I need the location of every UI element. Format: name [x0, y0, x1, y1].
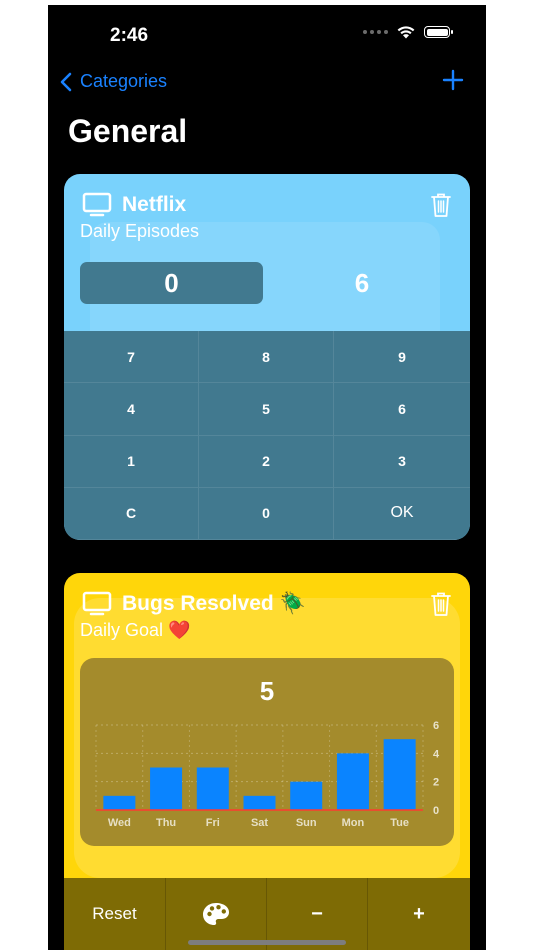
key-8[interactable]: 8: [199, 331, 334, 384]
reset-button[interactable]: Reset: [64, 878, 166, 950]
history-chart: 5 0 2 4 6 Wed Thu Fri Sat Sun Mon Tue: [80, 658, 454, 846]
card-header: Bugs Resolved 🪲: [82, 591, 306, 617]
key-1[interactable]: 1: [64, 435, 199, 488]
bar: [383, 739, 416, 810]
y-tick-label: 4: [433, 748, 440, 760]
bar: [290, 781, 323, 810]
bar: [336, 753, 369, 810]
tv-icon: [82, 192, 112, 217]
bar: [196, 767, 229, 810]
key-5[interactable]: 5: [199, 383, 334, 436]
tv-icon: [82, 591, 112, 616]
card-title: Netflix: [122, 193, 187, 216]
add-button[interactable]: [442, 69, 464, 96]
status-time: 2:46: [110, 25, 149, 46]
back-label: Categories: [80, 71, 168, 91]
numeric-keypad: 7 8 9 4 5 6 1 2 3 C 0 OK: [64, 331, 470, 540]
card-title: Bugs Resolved 🪲: [122, 592, 306, 615]
x-tick-label: Thu: [156, 817, 176, 829]
x-tick-label: Fri: [206, 817, 220, 829]
key-0[interactable]: 0: [199, 487, 334, 540]
chevron-left-icon: [60, 72, 72, 91]
trash-icon: [431, 592, 451, 616]
current-value-field[interactable]: 0: [80, 262, 263, 304]
increment-button[interactable]: +: [368, 878, 470, 950]
counter-card-netflix[interactable]: Netflix Daily Episodes 0 6 7 8 9 4 5 6 1…: [64, 174, 470, 540]
card-header: Netflix: [82, 192, 186, 218]
bar: [243, 795, 276, 810]
bar: [150, 767, 183, 810]
y-tick-label: 2: [433, 777, 439, 789]
delete-button[interactable]: [430, 591, 452, 622]
bar: [103, 795, 136, 810]
key-3[interactable]: 3: [334, 436, 470, 488]
y-tick-label: 0: [433, 805, 439, 817]
x-tick-label: Sun: [296, 817, 317, 829]
key-clear[interactable]: C: [64, 487, 199, 540]
page-title: General: [68, 113, 188, 149]
x-tick-label: Tue: [390, 817, 409, 829]
key-4[interactable]: 4: [64, 383, 199, 436]
key-9[interactable]: 9: [334, 331, 470, 384]
palette-icon: [203, 903, 229, 925]
key-6[interactable]: 6: [334, 383, 470, 436]
delete-button[interactable]: [430, 192, 452, 223]
card-subtitle: Daily Episodes: [80, 221, 200, 241]
target-value: 6: [354, 267, 370, 298]
y-tick-label: 6: [433, 720, 439, 732]
counter-card-bugs-resolved[interactable]: Bugs Resolved 🪲 Daily Goal ❤️ 5 0 2 4 6 Wed T…: [64, 573, 470, 950]
x-tick-label: Wed: [108, 817, 131, 829]
battery-icon: [424, 26, 453, 38]
card-subtitle: Daily Goal ❤️: [80, 620, 191, 640]
back-button[interactable]: Categories: [60, 71, 167, 92]
wifi-icon: [397, 26, 415, 39]
key-7[interactable]: 7: [64, 331, 199, 384]
x-tick-label: Sat: [251, 817, 268, 829]
plus-icon: [442, 69, 464, 91]
cellular-signal-icon: [363, 30, 388, 34]
x-tick-label: Mon: [342, 817, 365, 829]
phone-screen: 2:46 Categories General Netflix Daily Ep…: [48, 5, 486, 950]
home-indicator: [188, 940, 346, 945]
key-2[interactable]: 2: [199, 435, 334, 488]
bar-chart: 0 2 4 6 Wed Thu Fri Sat Sun Mon Tue: [95, 720, 440, 829]
status-icons: [363, 25, 453, 39]
trash-icon: [431, 193, 451, 217]
key-ok[interactable]: OK: [334, 488, 470, 540]
